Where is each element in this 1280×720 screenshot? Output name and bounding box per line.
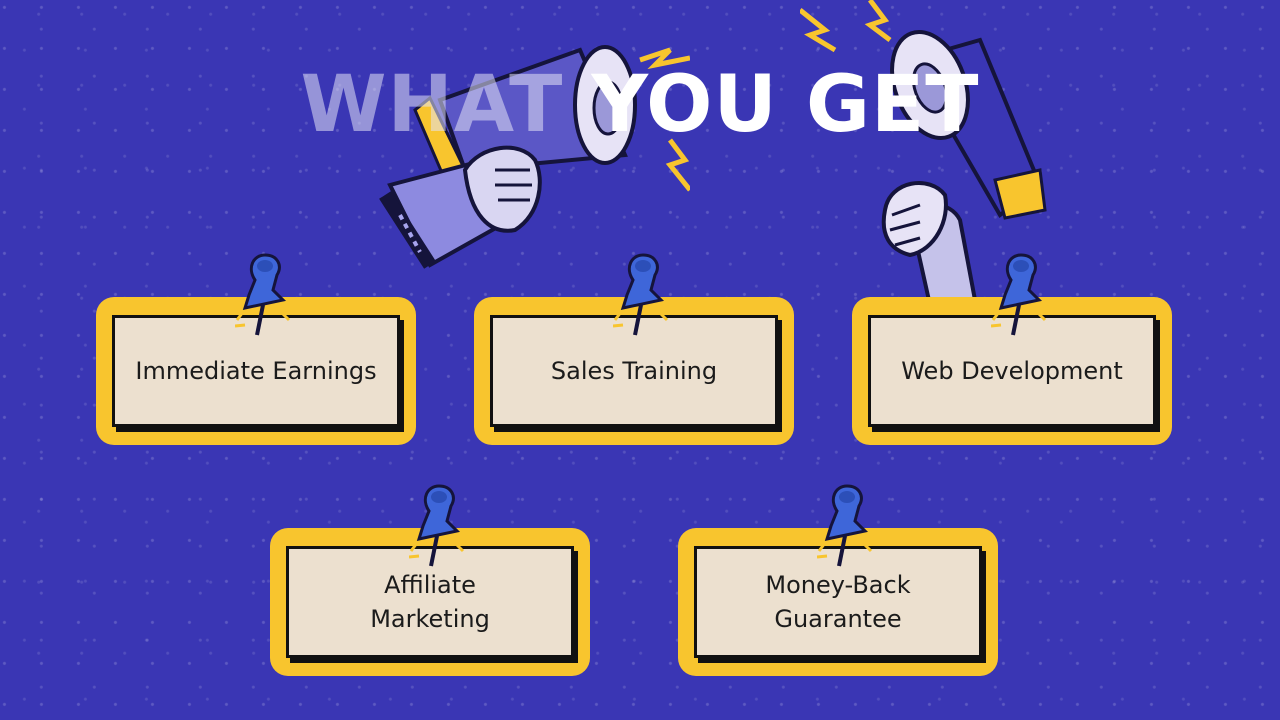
benefit-label: Affiliate Marketing bbox=[370, 571, 490, 633]
benefit-label: Immediate Earnings bbox=[135, 357, 377, 385]
pushpin-icon bbox=[991, 253, 1047, 336]
title-main-words: YOU GET bbox=[591, 60, 980, 150]
title-faded-word: WHAT bbox=[300, 60, 564, 150]
benefit-label: Web Development bbox=[901, 357, 1123, 385]
pushpin-icon bbox=[235, 253, 291, 336]
left-megaphone-icon bbox=[379, 45, 690, 269]
pushpin-icon bbox=[613, 253, 669, 336]
benefit-label: Money-Back Guarantee bbox=[765, 571, 911, 633]
pushpin-icon bbox=[817, 484, 873, 567]
page-title: WHAT YOU GET bbox=[0, 60, 1280, 150]
benefit-label: Sales Training bbox=[550, 357, 718, 385]
pushpin-icon bbox=[409, 484, 465, 567]
